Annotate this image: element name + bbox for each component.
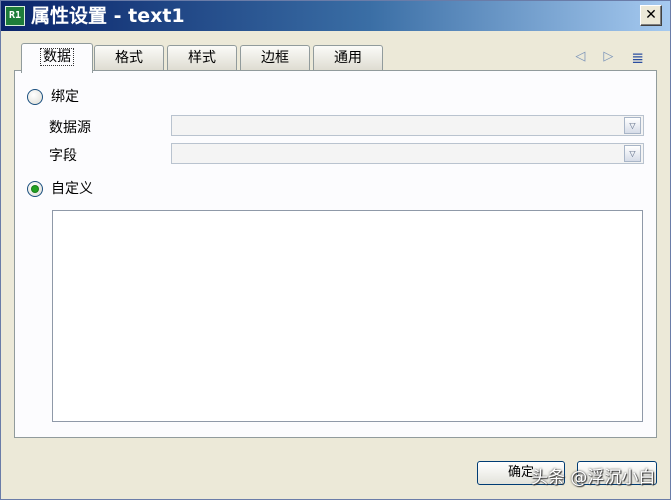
tab-navigation: ◁ ▷ ≣: [575, 49, 644, 67]
tab-general[interactable]: 通用: [313, 45, 383, 71]
data-source-combo[interactable]: ▽: [171, 115, 644, 136]
tab-style[interactable]: 样式: [167, 45, 237, 71]
next-tab-icon[interactable]: ▷: [603, 49, 613, 67]
app-icon: R1: [5, 6, 25, 26]
field-combo[interactable]: ▽: [171, 143, 644, 164]
tab-data[interactable]: 数据: [21, 43, 93, 73]
window-title: 属性设置 - text1: [31, 5, 185, 27]
custom-label: 自定义: [51, 181, 93, 197]
chevron-down-icon[interactable]: ▽: [624, 117, 641, 134]
custom-radio[interactable]: [27, 181, 43, 197]
watermark: 头条 @浮沉小白: [531, 468, 656, 488]
tab-border[interactable]: 边框: [240, 45, 310, 71]
properties-dialog: R1 属性设置 - text1 ✕ 数据 格式 样式 边框 通用 ◁ ▷ ≣ 绑…: [0, 0, 671, 500]
tab-list-icon[interactable]: ≣: [631, 49, 644, 67]
custom-expression-textarea[interactable]: [52, 210, 643, 422]
field-label: 字段: [49, 148, 77, 164]
data-tab-panel: 绑定 数据源 ▽ 字段 ▽ 自定义: [14, 70, 657, 438]
previous-tab-icon[interactable]: ◁: [575, 49, 585, 67]
chevron-down-icon[interactable]: ▽: [624, 145, 641, 162]
bind-radio[interactable]: [27, 89, 43, 105]
tab-format[interactable]: 格式: [94, 45, 164, 71]
data-source-label: 数据源: [49, 120, 91, 136]
bind-label: 绑定: [51, 89, 79, 105]
close-button[interactable]: ✕: [640, 5, 662, 26]
title-bar[interactable]: R1 属性设置 - text1 ✕: [1, 1, 670, 31]
